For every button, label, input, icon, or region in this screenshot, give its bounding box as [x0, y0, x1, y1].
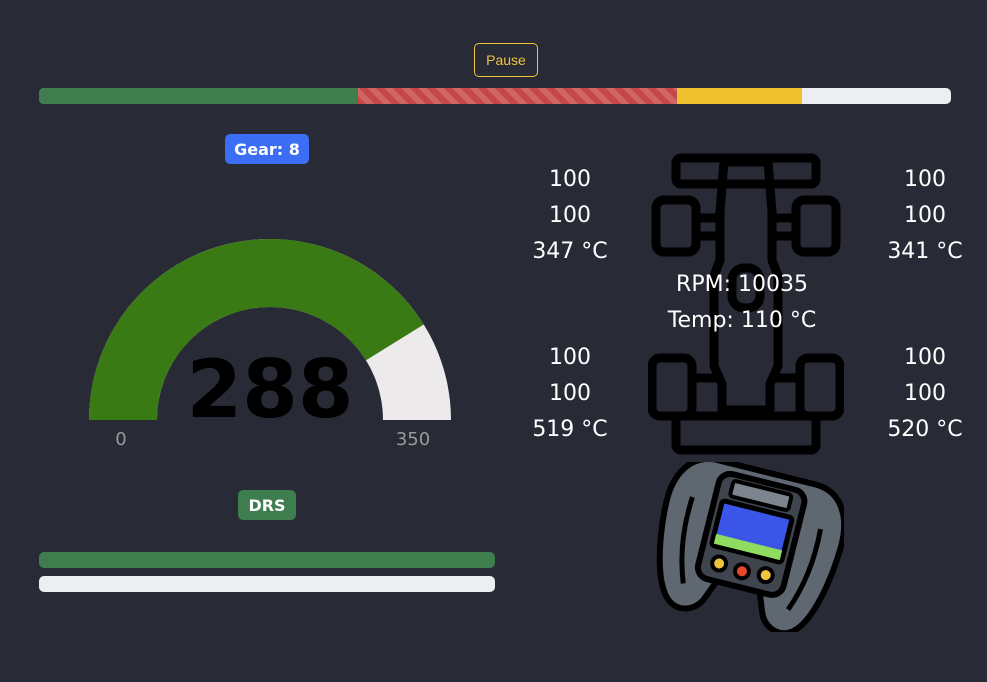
engine-temp: Temp: 110 °C — [667, 308, 817, 333]
progress-segment-red — [358, 88, 678, 104]
tyre-front-left-wear2: 100 — [549, 203, 591, 228]
tyre-rear-left-temp: 519 °C — [532, 417, 608, 442]
progress-segment-yellow — [677, 88, 803, 104]
tyre-front-right-temp: 341 °C — [887, 239, 963, 264]
tyre-rear-left-wear2: 100 — [549, 381, 591, 406]
tyre-rear-right: 100 100 520 °C — [880, 340, 970, 448]
tyre-rear-right-temp: 520 °C — [887, 417, 963, 442]
engine-rpm: RPM: 10035 — [676, 272, 808, 297]
tyre-rear-left: 100 100 519 °C — [525, 340, 615, 448]
speed-gauge: 288 0 350 — [89, 238, 451, 450]
drs-badge: DRS — [238, 490, 296, 520]
tyre-rear-right-wear1: 100 — [904, 345, 946, 370]
throttle-bar — [39, 552, 495, 568]
tyre-front-left: 100 100 347 °C — [525, 162, 615, 270]
tyre-front-left-temp: 347 °C — [532, 239, 608, 264]
steering-wheel-icon — [656, 462, 844, 632]
tyre-rear-right-wear2: 100 — [904, 381, 946, 406]
lap-progress-bar — [39, 88, 951, 104]
tyre-front-right-wear2: 100 — [904, 203, 946, 228]
f1-car-icon — [648, 153, 844, 455]
gear-badge: Gear: 8 — [225, 134, 309, 164]
brake-bar — [39, 576, 495, 592]
gauge-max-label: 350 — [396, 429, 430, 450]
progress-segment-green — [39, 88, 359, 104]
tyre-front-right: 100 100 341 °C — [880, 162, 970, 270]
tyre-front-right-wear1: 100 — [904, 167, 946, 192]
pause-button[interactable]: Pause — [474, 43, 538, 77]
tyre-front-left-wear1: 100 — [549, 167, 591, 192]
speed-value: 288 — [187, 343, 354, 436]
gauge-min-label: 0 — [115, 429, 126, 450]
tyre-rear-left-wear1: 100 — [549, 345, 591, 370]
